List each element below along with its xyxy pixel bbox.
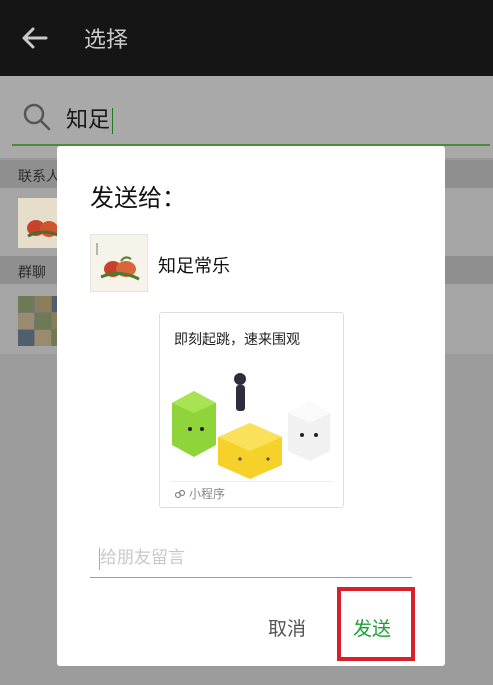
card-footer: 小程序 bbox=[174, 485, 225, 502]
text-caret bbox=[112, 108, 114, 134]
card-footer-label: 小程序 bbox=[189, 487, 226, 501]
game-preview-image bbox=[172, 373, 330, 479]
send-dialog: 发送给： 知足常乐 即刻起跳，速来围观 小程序 给朋友留言 取消 发送 bbox=[57, 146, 445, 666]
card-divider bbox=[170, 481, 333, 482]
mini-program-card: 即刻起跳，速来围观 小程序 bbox=[159, 312, 344, 508]
card-title: 即刻起跳，速来围观 bbox=[174, 332, 300, 348]
input-caret bbox=[99, 548, 100, 570]
search-icon bbox=[23, 103, 51, 131]
message-input[interactable] bbox=[90, 538, 412, 578]
search-query: 知足 bbox=[66, 108, 111, 133]
cancel-button[interactable]: 取消 bbox=[268, 614, 306, 641]
dialog-title: 发送给： bbox=[90, 184, 186, 212]
send-button[interactable]: 发送 bbox=[353, 614, 391, 641]
page-title: 选择 bbox=[84, 28, 129, 53]
recipient-avatar bbox=[90, 234, 148, 292]
section-label-contacts: 联系人 bbox=[18, 169, 60, 185]
back-button[interactable] bbox=[0, 0, 70, 76]
search-input[interactable]: 知足 bbox=[66, 102, 114, 134]
recipient-name: 知足常乐 bbox=[158, 256, 230, 277]
mini-program-icon bbox=[174, 489, 186, 498]
top-bar: 选择 bbox=[0, 0, 493, 76]
section-label-groups: 群聊 bbox=[18, 265, 46, 281]
arrow-left-icon bbox=[22, 27, 48, 49]
